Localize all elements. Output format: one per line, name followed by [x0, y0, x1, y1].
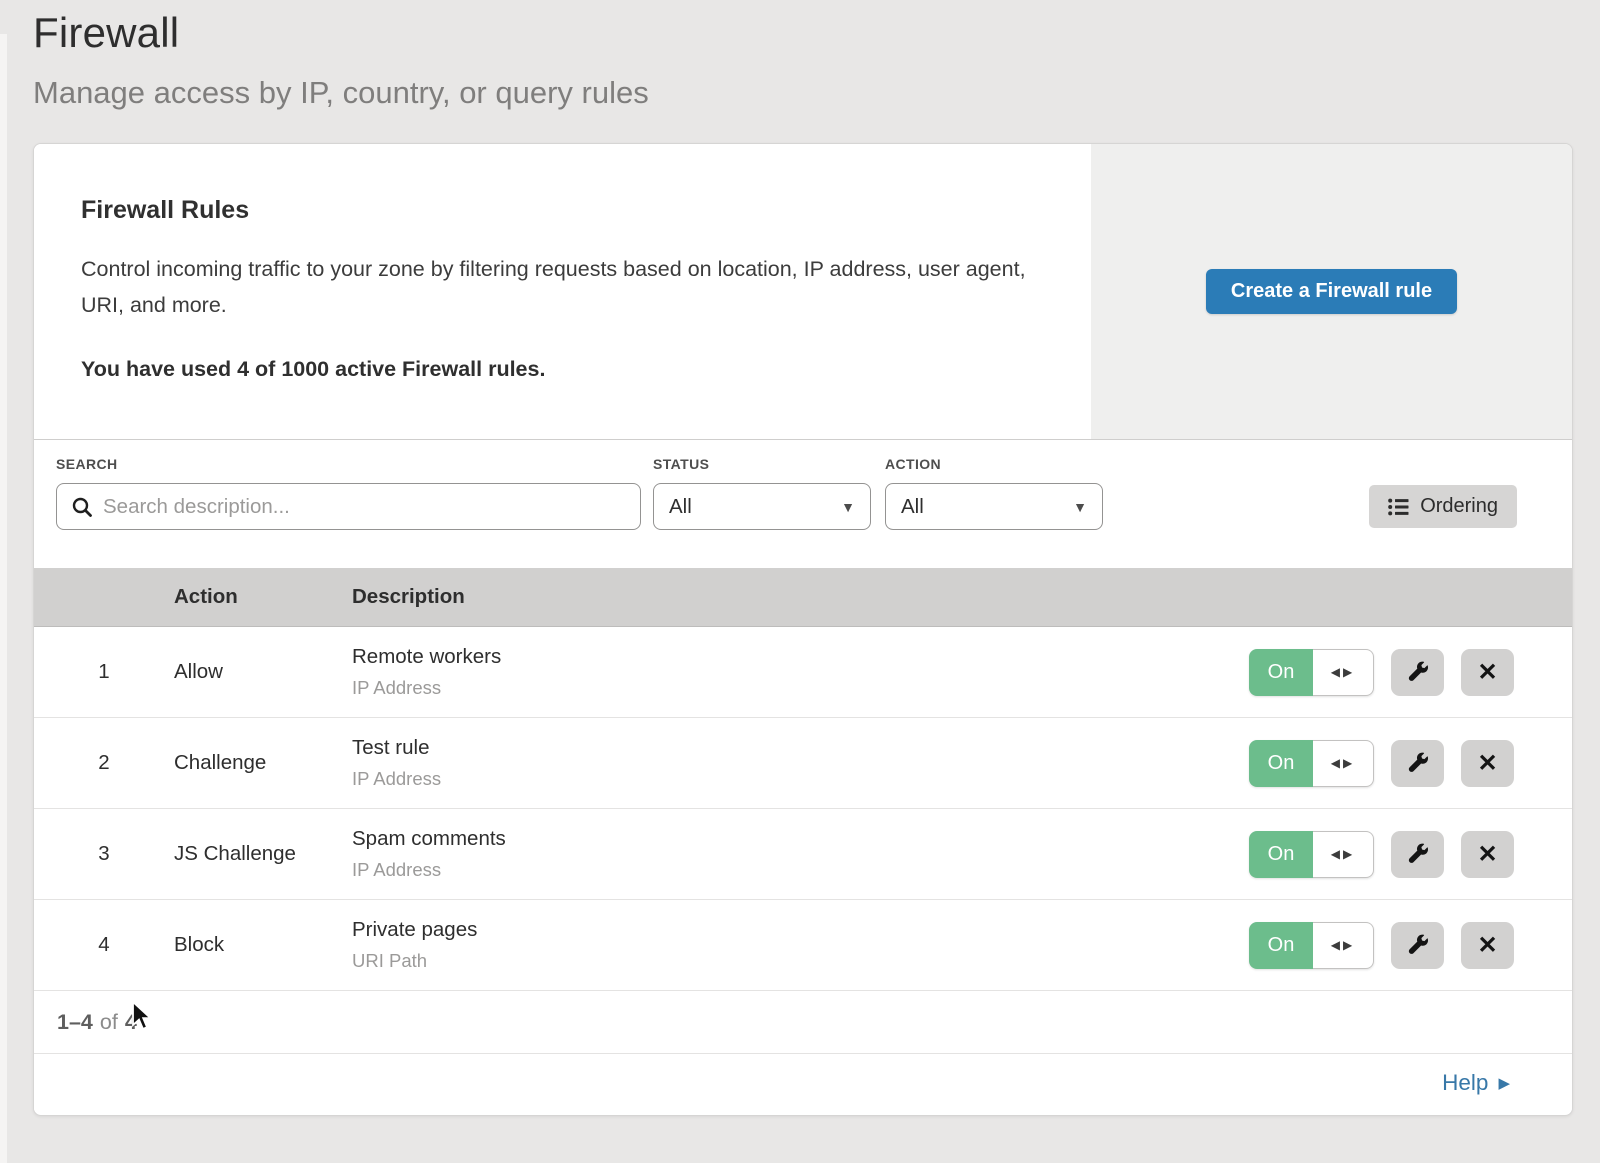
pagination: 1–4 of 4 [34, 991, 1572, 1054]
toggle-on-segment[interactable]: On [1249, 831, 1313, 878]
card-info: Firewall Rules Control incoming traffic … [34, 144, 1091, 439]
toggle-arrows-icon[interactable]: ◀▶ [1313, 831, 1374, 878]
usage-text: You have used 4 of 1000 active Firewall … [81, 357, 1043, 382]
card-description: Control incoming traffic to your zone by… [81, 251, 1031, 323]
close-icon: ✕ [1477, 931, 1497, 960]
column-action: Action [174, 585, 352, 609]
rule-description: Private pages [352, 918, 1172, 942]
rule-priority: 1 [34, 660, 174, 684]
rule-enabled-toggle[interactable]: On ◀▶ [1249, 740, 1374, 787]
rule-priority: 3 [34, 842, 174, 866]
rule-action: Block [174, 933, 352, 957]
status-select[interactable]: All ▼ [653, 483, 871, 530]
rule-match-type: URI Path [352, 950, 1172, 972]
rule-description-cell: Remote workers IP Address [352, 645, 1172, 699]
rule-description-cell: Private pages URI Path [352, 918, 1172, 972]
column-description: Description [352, 585, 1172, 609]
rule-action: JS Challenge [174, 842, 352, 866]
delete-rule-button[interactable]: ✕ [1461, 740, 1514, 787]
table-row: 3 JS Challenge Spam comments IP Address … [34, 809, 1572, 900]
toggle-arrows-icon[interactable]: ◀▶ [1313, 740, 1374, 787]
edit-rule-button[interactable] [1391, 922, 1444, 969]
list-ordering-icon [1388, 498, 1409, 516]
rule-match-type: IP Address [352, 859, 1172, 881]
action-filter-group: ACTION All ▼ [885, 456, 1103, 530]
action-selected-value: All [901, 495, 924, 519]
mouse-cursor [131, 1001, 157, 1036]
rule-enabled-toggle[interactable]: On ◀▶ [1249, 649, 1374, 696]
create-rule-panel: Create a Firewall rule [1091, 144, 1572, 439]
rule-description: Remote workers [352, 645, 1172, 669]
pagination-range: 1–4 [57, 1010, 93, 1035]
ordering-button-label: Ordering [1420, 495, 1498, 518]
wrench-icon [1407, 843, 1429, 865]
rule-action: Challenge [174, 751, 352, 775]
help-link-label: Help [1442, 1070, 1488, 1096]
table-row: 1 Allow Remote workers IP Address On ◀▶ … [34, 627, 1572, 718]
action-select[interactable]: All ▼ [885, 483, 1103, 530]
edit-rule-button[interactable] [1391, 831, 1444, 878]
help-arrow-icon: ▶ [1498, 1074, 1510, 1092]
firewall-rules-card: Firewall Rules Control incoming traffic … [33, 143, 1573, 1116]
status-filter-group: STATUS All ▼ [653, 456, 871, 530]
delete-rule-button[interactable]: ✕ [1461, 649, 1514, 696]
rule-priority: 4 [34, 933, 174, 957]
page-title: Firewall [33, 6, 1600, 61]
create-firewall-rule-button[interactable]: Create a Firewall rule [1206, 269, 1457, 314]
table-header: Action Description [34, 568, 1572, 627]
rule-controls: On ◀▶ ✕ [1172, 922, 1572, 969]
search-label: SEARCH [56, 456, 641, 472]
card-footer: Help ▶ [34, 1054, 1572, 1112]
rule-controls: On ◀▶ ✕ [1172, 649, 1572, 696]
toggle-on-segment[interactable]: On [1249, 649, 1313, 696]
toggle-on-segment[interactable]: On [1249, 922, 1313, 969]
chevron-down-icon: ▼ [1073, 499, 1087, 515]
rule-action: Allow [174, 660, 352, 684]
delete-rule-button[interactable]: ✕ [1461, 831, 1514, 878]
toggle-on-segment[interactable]: On [1249, 740, 1313, 787]
rule-match-type: IP Address [352, 677, 1172, 699]
table-row: 2 Challenge Test rule IP Address On ◀▶ ✕ [34, 718, 1572, 809]
rule-enabled-toggle[interactable]: On ◀▶ [1249, 831, 1374, 878]
status-label: STATUS [653, 456, 871, 472]
delete-rule-button[interactable]: ✕ [1461, 922, 1514, 969]
rule-enabled-toggle[interactable]: On ◀▶ [1249, 922, 1374, 969]
rule-controls: On ◀▶ ✕ [1172, 831, 1572, 878]
close-icon: ✕ [1477, 749, 1497, 778]
rule-match-type: IP Address [352, 768, 1172, 790]
rules-table: Action Description 1 Allow Remote worker… [34, 568, 1572, 991]
card-top-section: Firewall Rules Control incoming traffic … [34, 144, 1572, 440]
rule-description-cell: Test rule IP Address [352, 736, 1172, 790]
page-subtitle: Manage access by IP, country, or query r… [33, 75, 1600, 111]
wrench-icon [1407, 752, 1429, 774]
table-row: 4 Block Private pages URI Path On ◀▶ ✕ [34, 900, 1572, 991]
wrench-icon [1407, 934, 1429, 956]
chevron-down-icon: ▼ [841, 499, 855, 515]
action-label: ACTION [885, 456, 1103, 472]
search-box[interactable] [56, 483, 641, 530]
edit-rule-button[interactable] [1391, 740, 1444, 787]
close-icon: ✕ [1477, 840, 1497, 869]
card-heading: Firewall Rules [81, 196, 1043, 225]
search-filter-group: SEARCH [56, 456, 641, 530]
search-input[interactable] [103, 495, 626, 519]
pagination-of: of [100, 1010, 118, 1035]
help-link[interactable]: Help ▶ [1442, 1070, 1510, 1096]
search-icon [71, 496, 93, 518]
rule-controls: On ◀▶ ✕ [1172, 740, 1572, 787]
rule-description-cell: Spam comments IP Address [352, 827, 1172, 881]
filter-bar: SEARCH STATUS All ▼ ACTION All ▼ [34, 440, 1572, 568]
rule-priority: 2 [34, 751, 174, 775]
ordering-button[interactable]: Ordering [1369, 485, 1517, 528]
wrench-icon [1407, 661, 1429, 683]
toggle-arrows-icon[interactable]: ◀▶ [1313, 922, 1374, 969]
close-icon: ✕ [1477, 658, 1497, 687]
page-header: Firewall Manage access by IP, country, o… [0, 0, 1600, 111]
status-selected-value: All [669, 495, 692, 519]
rule-description: Test rule [352, 736, 1172, 760]
edit-rule-button[interactable] [1391, 649, 1444, 696]
window-edge [0, 34, 7, 1163]
rule-description: Spam comments [352, 827, 1172, 851]
toggle-arrows-icon[interactable]: ◀▶ [1313, 649, 1374, 696]
